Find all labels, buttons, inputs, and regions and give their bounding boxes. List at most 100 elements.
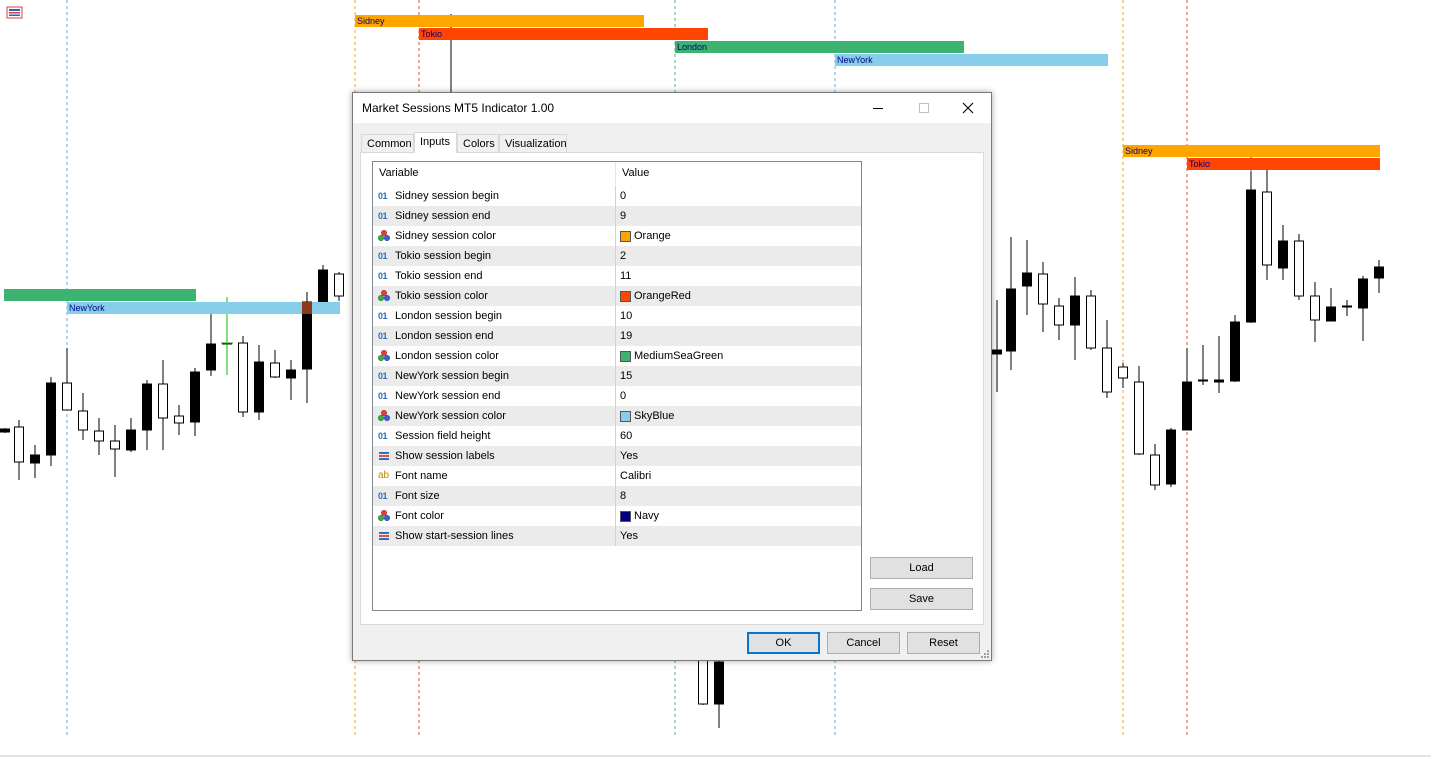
parameter-value: 11 (620, 270, 632, 282)
tab-visualization[interactable]: Visualization (499, 134, 567, 152)
candle-body (1262, 191, 1272, 266)
session-label: Sidney (357, 16, 385, 26)
session-label: Tokio (1189, 159, 1210, 169)
candle-body (1230, 321, 1240, 382)
table-row[interactable]: Font color Navy (373, 506, 861, 526)
variable-name: Tokio session end (395, 270, 483, 282)
table-row[interactable]: 01 Tokio session begin 2 (373, 246, 861, 266)
variable-cell: Show start-session lines (373, 526, 616, 546)
candle-body (1278, 240, 1288, 269)
value-cell[interactable]: 60 (616, 426, 861, 446)
integer-type-icon: 01 (378, 311, 388, 321)
resize-grip-icon[interactable] (980, 649, 990, 659)
value-cell[interactable]: 0 (616, 386, 861, 406)
close-icon (962, 102, 974, 114)
parameter-value: OrangeRed (634, 290, 691, 302)
input-parameters-table[interactable]: Variable Value 01 Sidney session begin 0 01… (372, 161, 862, 611)
color-swatch (620, 230, 631, 242)
value-cell[interactable]: Yes (616, 446, 861, 466)
value-cell[interactable]: Calibri (616, 466, 861, 486)
value-cell[interactable]: MediumSeaGreen (616, 346, 861, 366)
variable-name: Font color (395, 510, 444, 522)
session-bar-fill (675, 41, 964, 53)
candle-body (714, 661, 724, 705)
variable-name: London session color (395, 350, 499, 362)
candle-body (46, 382, 56, 456)
table-row[interactable]: 01 Session field height 60 (373, 426, 861, 446)
variable-name: Font name (395, 470, 448, 482)
candle-body (1246, 189, 1256, 323)
table-row[interactable]: Sidney session color Orange (373, 226, 861, 246)
candle-body (1102, 347, 1112, 393)
value-cell[interactable]: OrangeRed (616, 286, 861, 306)
table-row[interactable]: 01 Sidney session begin 0 (373, 186, 861, 206)
cancel-button[interactable]: Cancel (827, 632, 900, 654)
value-cell[interactable]: 15 (616, 366, 861, 386)
value-cell[interactable]: 8 (616, 486, 861, 506)
tab-label: Colors (463, 138, 495, 150)
session-bar-fill (835, 54, 1108, 66)
maximize-icon (919, 103, 929, 113)
variable-name: Session field height (395, 430, 491, 442)
ok-button[interactable]: OK (747, 632, 820, 654)
candle-body (1326, 306, 1336, 322)
table-row[interactable]: 01 Sidney session end 9 (373, 206, 861, 226)
candle-body (238, 342, 248, 413)
integer-type-icon: 01 (378, 371, 388, 381)
tab-inputs[interactable]: Inputs (414, 132, 457, 153)
table-row[interactable]: 01 London session begin 10 (373, 306, 861, 326)
variable-name: Tokio session color (395, 290, 488, 302)
tab-common[interactable]: Common (361, 134, 414, 152)
value-cell[interactable]: 2 (616, 246, 861, 266)
table-row[interactable]: 01 NewYork session end 0 (373, 386, 861, 406)
candle-body (286, 369, 296, 379)
save-button[interactable]: Save (870, 588, 973, 610)
value-cell[interactable]: 10 (616, 306, 861, 326)
value-cell[interactable]: 9 (616, 206, 861, 226)
candle-body (1294, 240, 1304, 297)
table-row[interactable]: Show start-session lines Yes (373, 526, 861, 546)
column-header-value[interactable]: Value (616, 162, 861, 185)
table-row[interactable]: 01 Tokio session end 11 (373, 266, 861, 286)
value-cell[interactable]: 19 (616, 326, 861, 346)
integer-type-icon: 01 (378, 431, 388, 441)
candle-body (1198, 379, 1208, 382)
table-row[interactable]: NewYork session color SkyBlue (373, 406, 861, 426)
value-cell[interactable]: Orange (616, 226, 861, 246)
table-row[interactable]: London session color MediumSeaGreen (373, 346, 861, 366)
candle-body (1038, 273, 1048, 305)
table-row[interactable]: 01 Font size 8 (373, 486, 861, 506)
title-bar[interactable]: Market Sessions MT5 Indicator 1.00 (353, 93, 991, 123)
reset-button[interactable]: Reset (907, 632, 980, 654)
candle-body (334, 273, 344, 297)
variable-cell: ab Font name (373, 466, 616, 486)
color-type-icon (378, 290, 390, 302)
value-cell[interactable]: 0 (616, 186, 861, 206)
candle-body (126, 429, 136, 451)
value-cell[interactable]: 11 (616, 266, 861, 286)
value-cell[interactable]: Navy (616, 506, 861, 526)
tab-colors[interactable]: Colors (457, 134, 499, 152)
table-row[interactable]: 01 London session end 19 (373, 326, 861, 346)
close-button[interactable] (945, 93, 991, 123)
table-row[interactable]: 01 NewYork session begin 15 (373, 366, 861, 386)
parameter-value: MediumSeaGreen (634, 350, 724, 362)
table-row[interactable]: ab Font name Calibri (373, 466, 861, 486)
session-bar-sidney: Sidney (1123, 145, 1380, 157)
load-button[interactable]: Load (870, 557, 973, 579)
chart-menu-icon[interactable] (6, 6, 23, 19)
color-type-icon (378, 230, 390, 242)
candle-body (1214, 379, 1224, 383)
candle-body (110, 440, 120, 450)
table-row[interactable]: Show session labels Yes (373, 446, 861, 466)
column-header-variable[interactable]: Variable (373, 162, 616, 185)
session-label: Sidney (1125, 146, 1153, 156)
value-cell[interactable]: Yes (616, 526, 861, 546)
session-bar-fill (67, 302, 340, 314)
table-row[interactable]: Tokio session color OrangeRed (373, 286, 861, 306)
value-cell[interactable]: SkyBlue (616, 406, 861, 426)
candle-body (1310, 295, 1320, 321)
minimize-button[interactable] (855, 93, 901, 123)
color-swatch (620, 290, 631, 302)
session-bar-newyork: NewYork (67, 302, 340, 314)
